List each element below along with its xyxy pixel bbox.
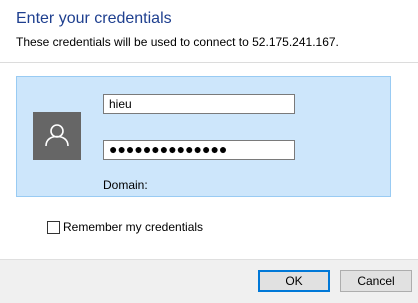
avatar bbox=[33, 112, 81, 160]
dialog-subtitle: These credentials will be used to connec… bbox=[16, 35, 339, 49]
username-field[interactable]: hieu bbox=[103, 94, 295, 114]
remember-label: Remember my credentials bbox=[63, 220, 204, 234]
remember-credentials[interactable]: Remember my credentials bbox=[47, 219, 203, 235]
remember-checkbox[interactable] bbox=[47, 220, 60, 234]
cancel-button[interactable]: Cancel bbox=[340, 270, 412, 292]
password-field[interactable]: ●●●●●●●●●●●●●● bbox=[103, 140, 295, 160]
dialog-title: Enter your credentials bbox=[16, 10, 172, 27]
domain-label: Domain: bbox=[103, 178, 148, 192]
user-icon bbox=[45, 124, 69, 147]
credential-tile[interactable]: hieu ●●●●●●●●●●●●●● Domain: bbox=[16, 76, 391, 197]
credentials-dialog: Enter your credentials These credentials… bbox=[0, 0, 418, 303]
dialog-footer: OK Cancel bbox=[0, 259, 418, 303]
ok-button[interactable]: OK bbox=[258, 270, 330, 292]
divider bbox=[0, 62, 418, 63]
